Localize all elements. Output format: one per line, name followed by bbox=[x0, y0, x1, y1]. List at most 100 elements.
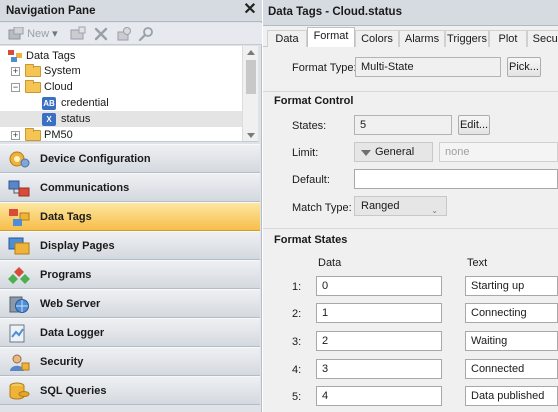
data-tags-icon bbox=[8, 50, 22, 62]
nav-section-label: Programs bbox=[40, 269, 92, 281]
limit-value: General bbox=[375, 146, 415, 158]
tree-item-status[interactable]: X status bbox=[0, 111, 242, 127]
state-index: 5: bbox=[292, 391, 302, 403]
scrollbar-thumb[interactable] bbox=[246, 60, 256, 94]
nav-section-sql-queries[interactable]: SQL Queries bbox=[0, 376, 260, 405]
text-column-header: Text bbox=[467, 257, 488, 269]
navigation-pane-title: Navigation Pane bbox=[6, 5, 96, 17]
dropdown-arrow-icon bbox=[361, 150, 371, 156]
nav-section-security[interactable]: Security bbox=[0, 347, 260, 376]
tag-editor-pane: Data Tags - Cloud.status Data Format Col… bbox=[263, 0, 558, 412]
nav-section-label: Data Logger bbox=[40, 327, 105, 339]
format-states-heading: Format States bbox=[274, 234, 348, 246]
scroll-down-icon[interactable] bbox=[247, 133, 255, 138]
nav-section-data-logger[interactable]: Data Logger bbox=[0, 318, 260, 347]
state-data-field[interactable]: 4 bbox=[316, 386, 442, 406]
nav-section-label: Web Server bbox=[40, 298, 101, 310]
nav-section-web-server[interactable]: Web Server bbox=[0, 289, 260, 318]
tree-item-data-tags[interactable]: Data Tags bbox=[0, 48, 242, 64]
limit-dropdown[interactable]: General bbox=[354, 142, 433, 162]
state-text-field[interactable]: Waiting bbox=[465, 331, 558, 351]
tree-item-credential[interactable]: AB credential bbox=[0, 95, 242, 111]
folder-icon bbox=[25, 64, 41, 77]
default-label: Default: bbox=[292, 174, 330, 186]
nav-section-label: SQL Queries bbox=[40, 385, 107, 397]
tab-colors[interactable]: Colors bbox=[355, 30, 399, 47]
tree-item-label: credential bbox=[61, 97, 109, 109]
limit-label: Limit: bbox=[292, 147, 319, 159]
match-type-value: Ranged bbox=[361, 200, 400, 212]
nav-section-programs[interactable]: Programs bbox=[0, 260, 260, 289]
display-pages-icon bbox=[8, 237, 30, 255]
editor-title: Data Tags - Cloud.status bbox=[268, 6, 402, 18]
tree-scrollbar[interactable] bbox=[242, 46, 258, 141]
tab-security[interactable]: Secur bbox=[527, 30, 558, 47]
state-data-field[interactable]: 3 bbox=[316, 359, 442, 379]
format-type-label: Format Type: bbox=[292, 62, 357, 74]
tree-item-label: status bbox=[61, 113, 91, 125]
nav-section-label: Device Configuration bbox=[40, 153, 151, 165]
new-button-label: New bbox=[27, 28, 50, 40]
close-icon[interactable]: ✕ bbox=[242, 1, 258, 19]
nav-section-label: Communications bbox=[40, 182, 130, 194]
tree-item-system[interactable]: + System bbox=[0, 63, 242, 79]
tab-format[interactable]: Format bbox=[307, 27, 355, 48]
states-field: 5 bbox=[354, 115, 452, 135]
data-tags-icon bbox=[9, 209, 30, 226]
state-index: 2: bbox=[292, 308, 302, 320]
tab-data[interactable]: Data bbox=[267, 30, 307, 47]
match-type-dropdown[interactable]: Ranged ⌄ bbox=[354, 196, 447, 216]
navigation-sections: Device Configuration Communications Data… bbox=[0, 144, 262, 412]
find-icon[interactable] bbox=[138, 26, 154, 42]
state-text-field[interactable]: Connected bbox=[465, 359, 558, 379]
nav-section-device-configuration[interactable]: Device Configuration bbox=[0, 144, 260, 173]
data-tags-tree[interactable]: Data Tags + System − Cloud AB credential… bbox=[0, 46, 258, 142]
section-divider bbox=[263, 228, 558, 229]
tab-triggers[interactable]: Triggers bbox=[445, 30, 489, 47]
multistate-tag-icon: X bbox=[42, 113, 56, 126]
expand-icon[interactable]: + bbox=[11, 131, 20, 140]
data-column-header: Data bbox=[318, 257, 342, 269]
tree-item-cloud[interactable]: − Cloud bbox=[0, 79, 242, 95]
state-text-field[interactable]: Data published bbox=[465, 386, 558, 406]
default-field[interactable] bbox=[354, 169, 558, 189]
device-configuration-icon bbox=[9, 151, 30, 168]
nav-section-communications[interactable]: Communications bbox=[0, 173, 260, 202]
state-text-field[interactable]: Connecting bbox=[465, 303, 558, 323]
section-divider bbox=[263, 91, 558, 92]
tree-item-pm50[interactable]: + PM50 bbox=[0, 127, 242, 141]
tab-alarms[interactable]: Alarms bbox=[399, 30, 445, 47]
match-type-label: Match Type: bbox=[292, 202, 352, 214]
state-data-field[interactable]: 1 bbox=[316, 303, 442, 323]
programs-icon bbox=[8, 267, 30, 284]
add-folder-icon[interactable] bbox=[70, 26, 86, 42]
state-index: 4: bbox=[292, 364, 302, 376]
state-text-field[interactable]: Starting up bbox=[465, 276, 558, 296]
new-tag-icon bbox=[8, 27, 24, 40]
editor-tabs: Data Format Colors Alarms Triggers Plot … bbox=[263, 27, 558, 48]
nav-section-display-pages[interactable]: Display Pages bbox=[0, 231, 260, 260]
tree-item-label: System bbox=[44, 65, 81, 77]
tree-item-label: Cloud bbox=[44, 81, 73, 93]
state-data-field[interactable]: 2 bbox=[316, 331, 442, 351]
delete-icon[interactable] bbox=[93, 26, 109, 42]
navigation-pane: Navigation Pane ✕ New ▾ Data Tags + Syst… bbox=[0, 0, 262, 412]
expand-icon[interactable]: + bbox=[11, 67, 20, 76]
state-index: 3: bbox=[292, 336, 302, 348]
format-tab-content: Format Type: Multi-State Pick... Format … bbox=[263, 47, 558, 412]
properties-icon[interactable] bbox=[116, 26, 132, 42]
edit-states-button[interactable]: Edit... bbox=[458, 115, 490, 135]
nav-section-label: Data Tags bbox=[40, 211, 92, 223]
sql-queries-icon bbox=[9, 382, 30, 400]
chevron-down-icon: ▾ bbox=[52, 28, 58, 40]
scroll-up-icon[interactable] bbox=[247, 50, 255, 55]
state-data-field[interactable]: 0 bbox=[316, 276, 442, 296]
new-button[interactable]: New ▾ bbox=[8, 26, 58, 42]
collapse-icon[interactable]: − bbox=[11, 83, 20, 92]
format-type-field: Multi-State bbox=[355, 57, 501, 77]
data-logger-icon bbox=[9, 324, 25, 343]
pick-button[interactable]: Pick... bbox=[507, 57, 541, 77]
nav-section-data-tags[interactable]: Data Tags bbox=[0, 202, 260, 231]
states-label: States: bbox=[292, 120, 327, 132]
tab-plot[interactable]: Plot bbox=[489, 30, 527, 47]
